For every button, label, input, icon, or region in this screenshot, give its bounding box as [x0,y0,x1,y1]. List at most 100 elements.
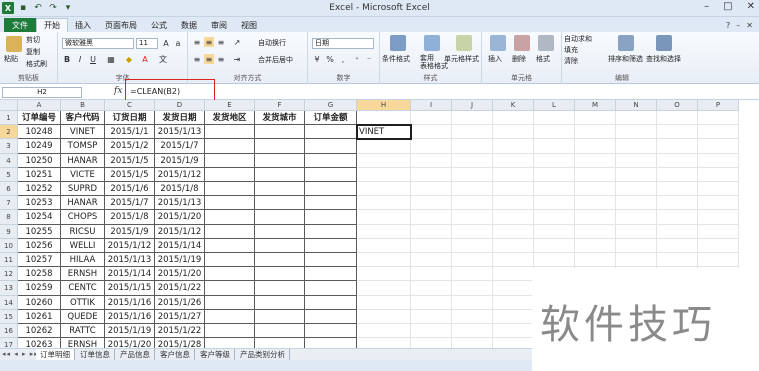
tab-view[interactable]: 视图 [234,18,264,32]
percent-icon[interactable]: % [325,54,335,64]
table-cell[interactable] [357,224,411,239]
find-select-icon[interactable] [656,35,672,51]
column-header-l[interactable]: L [534,100,575,111]
table-cell[interactable] [205,224,255,239]
table-cell[interactable] [411,281,452,296]
table-cell[interactable]: 2015/1/20 [155,210,205,225]
row-header[interactable]: 8 [0,210,18,225]
table-cell[interactable] [493,210,534,225]
table-cell[interactable] [255,196,305,211]
table-cell[interactable] [411,167,452,182]
table-cell[interactable]: HILAA [61,253,105,268]
table-cell[interactable] [357,295,411,310]
sheet-tab[interactable]: 产品类别分析 [236,349,290,360]
table-cell[interactable] [205,281,255,296]
table-cell[interactable]: 2015/1/9 [105,224,155,239]
table-cell[interactable] [534,224,575,239]
column-header-f[interactable]: F [255,100,305,111]
table-cell[interactable] [205,167,255,182]
table-cell[interactable] [411,196,452,211]
table-cell[interactable] [493,153,534,168]
row-header[interactable]: 3 [0,139,18,154]
header-cell[interactable] [357,111,411,126]
sheet-tab[interactable]: 订单明细 [36,349,75,360]
table-cell[interactable]: 2015/1/13 [155,125,205,140]
table-cell[interactable]: 2015/1/12 [155,224,205,239]
table-cell[interactable] [255,210,305,225]
table-cell[interactable] [616,196,657,211]
table-cell[interactable]: WELLI [61,238,105,253]
table-cell[interactable] [493,196,534,211]
table-cell[interactable] [305,139,357,154]
table-cell[interactable] [698,224,739,239]
table-cell[interactable] [305,182,357,197]
table-cell[interactable]: 10253 [18,196,61,211]
table-cell[interactable]: 2015/1/7 [105,196,155,211]
table-cell[interactable] [534,167,575,182]
table-cell[interactable] [255,267,305,282]
grow-font-icon[interactable]: A [161,38,171,48]
table-cell[interactable]: 2015/1/15 [105,281,155,296]
copy-button[interactable]: 复制 [26,47,40,57]
table-cell[interactable] [205,295,255,310]
table-cell[interactable] [452,125,493,140]
column-header-e[interactable]: E [205,100,255,111]
table-cell[interactable] [205,238,255,253]
header-cell[interactable] [616,111,657,126]
phonetic-icon[interactable]: 文 [158,54,168,64]
table-cell[interactable] [305,324,357,339]
table-cell[interactable] [255,224,305,239]
column-header-g[interactable]: G [305,100,357,111]
table-cell[interactable]: 2015/1/16 [105,295,155,310]
table-cell[interactable]: 2015/1/5 [105,167,155,182]
font-size-select[interactable]: 11 [136,38,158,49]
font-color-icon[interactable]: A [140,54,150,64]
row-header[interactable]: 9 [0,224,18,239]
table-cell[interactable] [255,324,305,339]
table-cell[interactable]: RICSU [61,224,105,239]
table-cell[interactable] [357,153,411,168]
table-cell[interactable]: 2015/1/12 [155,167,205,182]
table-cell[interactable]: 2015/1/27 [155,309,205,324]
fill-color-icon[interactable]: ◆ [124,54,134,64]
sheet-tab[interactable]: 客户信息 [156,349,195,360]
align-left-icon[interactable]: ≡ [192,54,202,64]
column-header-k[interactable]: K [493,100,534,111]
comma-icon[interactable]: , [338,54,348,64]
table-cell[interactable] [411,182,452,197]
sheet-nav-arrows-icon[interactable]: ◂◂ ◂ ▸ ▸▸ [2,350,39,358]
table-cell[interactable] [575,238,616,253]
table-cell[interactable] [616,210,657,225]
row-header[interactable]: 16 [0,324,18,339]
table-cell[interactable] [305,309,357,324]
table-cell[interactable] [657,167,698,182]
sort-filter-button[interactable]: 排序和筛选 [608,54,643,64]
table-cell[interactable] [493,281,534,296]
table-cell[interactable] [534,182,575,197]
table-cell[interactable] [616,182,657,197]
row-header[interactable]: 4 [0,153,18,168]
tab-data[interactable]: 数据 [174,18,204,32]
select-all-corner[interactable] [0,100,18,111]
table-cell[interactable] [452,281,493,296]
table-cell[interactable] [305,167,357,182]
table-cell[interactable] [534,153,575,168]
table-cell[interactable] [452,267,493,282]
workbook-close-icon[interactable]: ✕ [746,21,753,30]
table-cell[interactable] [255,153,305,168]
table-cell[interactable] [452,224,493,239]
cell-styles-icon[interactable] [456,35,472,51]
table-cell[interactable] [357,253,411,268]
table-cell[interactable]: 2015/1/12 [105,238,155,253]
table-cell[interactable] [575,224,616,239]
row-header[interactable]: 15 [0,309,18,324]
table-cell[interactable] [616,224,657,239]
table-cell[interactable] [357,210,411,225]
table-cell[interactable] [411,153,452,168]
table-cell[interactable] [411,253,452,268]
table-cell[interactable] [616,139,657,154]
row-header[interactable]: 14 [0,295,18,310]
table-cell[interactable] [493,125,534,140]
table-cell[interactable] [698,238,739,253]
table-cell[interactable] [657,139,698,154]
